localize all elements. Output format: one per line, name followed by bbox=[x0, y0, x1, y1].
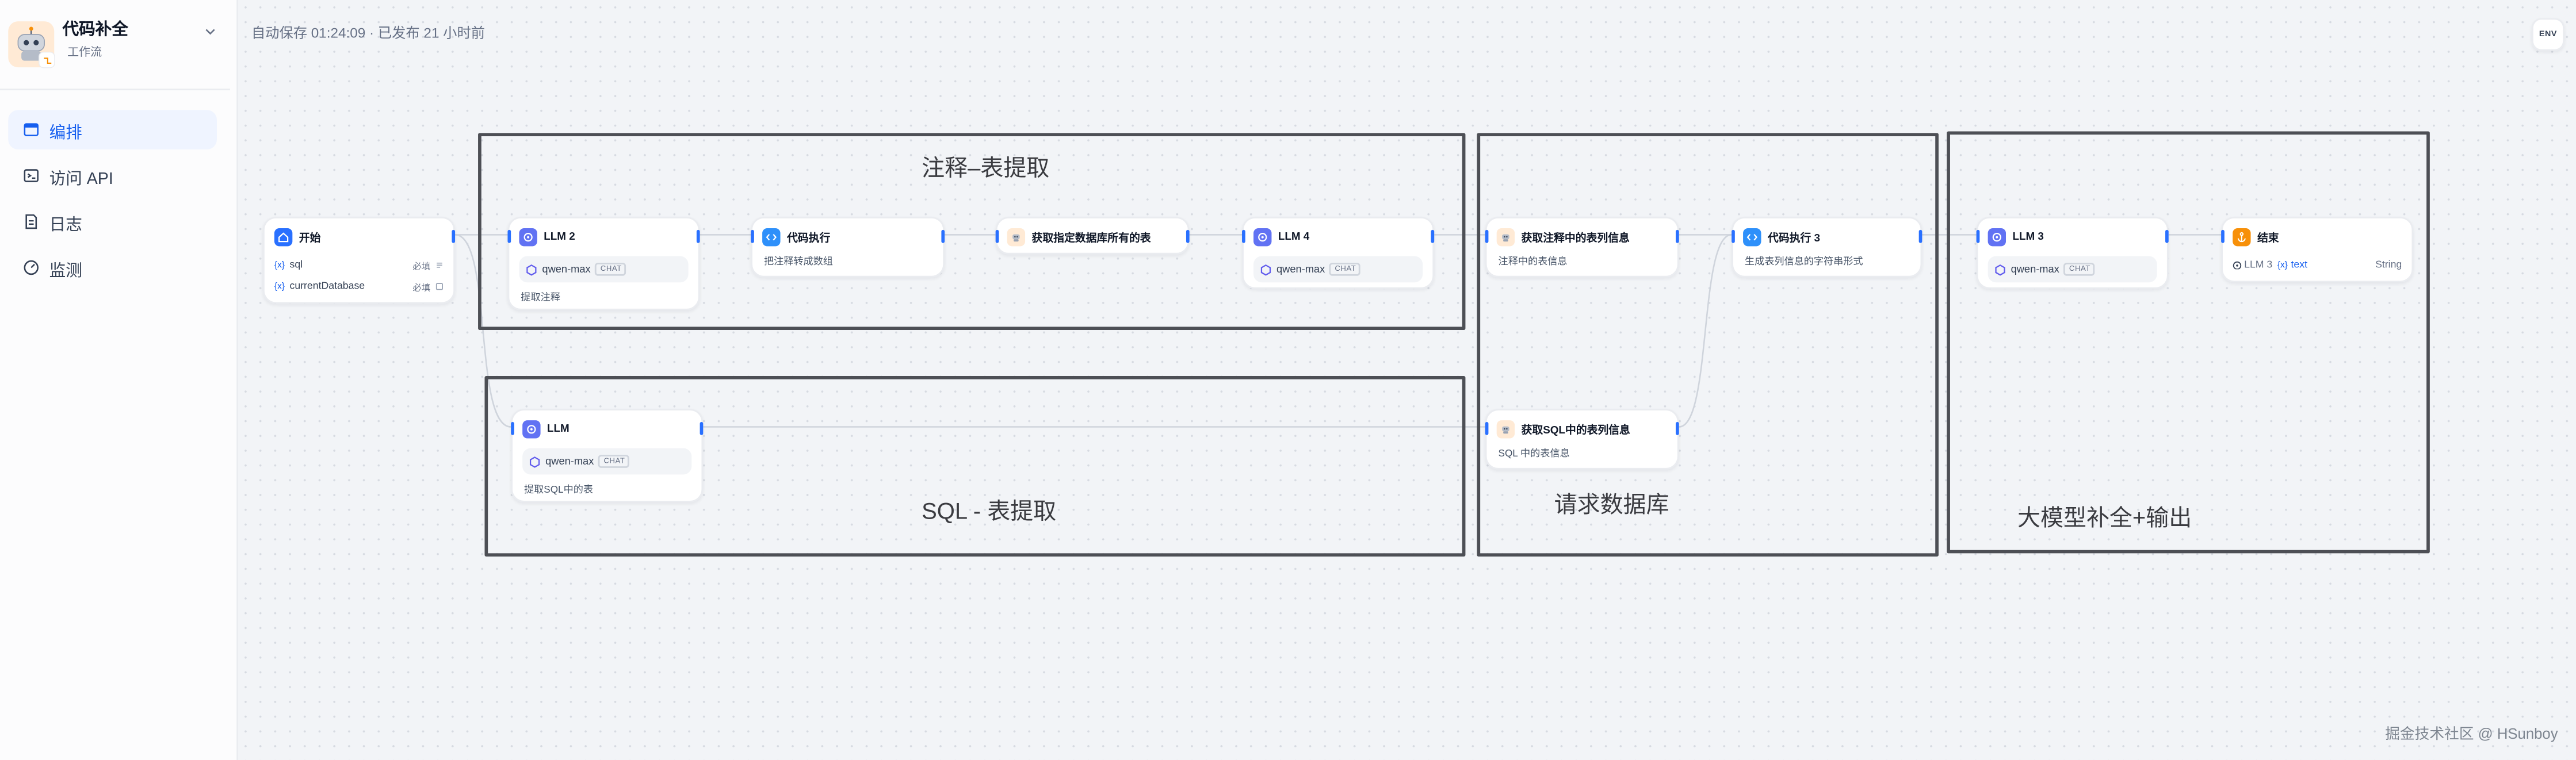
model-selector[interactable]: qwen-max CHAT bbox=[1253, 256, 1423, 283]
node-tool-get-tables[interactable]: 获取指定数据库所有的表 bbox=[995, 216, 1190, 255]
input-handle[interactable] bbox=[1485, 421, 1488, 435]
model-name: qwen-max bbox=[2011, 263, 2059, 275]
text-type-icon bbox=[437, 262, 442, 268]
output-handle[interactable] bbox=[1919, 229, 1923, 243]
workflow-editor: 代码补全 工作流 编排 访问 API 日志 监测 自动保存 01:24:09 ·… bbox=[0, 0, 2576, 760]
group-box-request-database bbox=[1477, 133, 1939, 557]
node-description: 提取SQL中的表 bbox=[524, 486, 594, 496]
start-variable-row: {x} currentDatabase 必填 bbox=[265, 276, 453, 297]
node-title: 结束 bbox=[2257, 233, 2279, 245]
node-title: 开始 bbox=[299, 233, 321, 245]
input-handle[interactable] bbox=[995, 229, 999, 243]
output-source-node: LLM 3 bbox=[2244, 259, 2273, 271]
robot-tool-icon bbox=[1496, 227, 1515, 245]
variable-name: sql bbox=[289, 259, 303, 271]
node-llm-4[interactable]: LLM 4 qwen-max CHAT bbox=[1241, 216, 1435, 289]
node-title: LLM 3 bbox=[2012, 231, 2044, 243]
output-handle[interactable] bbox=[2165, 229, 2169, 243]
required-label: 必填 bbox=[412, 262, 431, 272]
output-handle[interactable] bbox=[1431, 229, 1435, 243]
node-title: 获取指定数据库所有的表 bbox=[1031, 233, 1151, 245]
model-selector[interactable]: qwen-max CHAT bbox=[1988, 256, 2157, 283]
code-icon bbox=[762, 227, 781, 245]
group-label-request-database: 请求数据库 bbox=[1554, 490, 1669, 517]
group-label-llm-completion-output: 大模型补全+输出 bbox=[2017, 504, 2192, 531]
code-icon bbox=[1743, 227, 1761, 245]
node-description: 生成表列信息的字符串形式 bbox=[1744, 258, 1863, 268]
node-end[interactable]: 结束 LLM 3 {x} text String bbox=[2220, 216, 2414, 283]
model-mode-badge: CHAT bbox=[1329, 262, 1361, 277]
node-title: 获取注释中的表列信息 bbox=[1521, 233, 1630, 245]
text-type-icon bbox=[435, 283, 444, 290]
input-handle[interactable] bbox=[750, 229, 754, 243]
input-handle[interactable] bbox=[1976, 229, 1979, 243]
variable-icon: {x} bbox=[274, 281, 285, 291]
node-llm[interactable]: LLM qwen-max CHAT 提取SQL中的表 bbox=[510, 409, 704, 502]
node-code-exec-3[interactable]: 代码执行 3 生成表列信息的字符串形式 bbox=[1731, 216, 1923, 278]
model-mode-badge: CHAT bbox=[2064, 262, 2096, 277]
output-handle[interactable] bbox=[1676, 229, 1680, 243]
watermark: 掘金技术社区 @ HSunboy bbox=[2385, 726, 2558, 742]
qwen-model-icon bbox=[1995, 263, 2005, 275]
home-icon bbox=[274, 227, 293, 245]
llm-icon bbox=[1253, 227, 1272, 245]
robot-tool-icon bbox=[1007, 227, 1026, 245]
output-variable: text bbox=[2291, 259, 2308, 271]
node-description: 把注释转成数组 bbox=[763, 258, 833, 268]
input-handle[interactable] bbox=[1731, 229, 1735, 243]
input-handle[interactable] bbox=[507, 229, 511, 243]
model-mode-badge: CHAT bbox=[595, 262, 627, 277]
llm-icon bbox=[1988, 227, 2006, 245]
output-handle[interactable] bbox=[700, 421, 704, 435]
node-llm-2[interactable]: LLM 2 qwen-max CHAT 提取注释 bbox=[507, 216, 701, 310]
model-name: qwen-max bbox=[1276, 263, 1325, 275]
output-handle[interactable] bbox=[697, 229, 701, 243]
node-code-exec[interactable]: 代码执行 把注释转成数组 bbox=[750, 216, 945, 278]
variable-name: currentDatabase bbox=[289, 281, 365, 293]
output-handle[interactable] bbox=[1676, 421, 1680, 435]
node-llm-3[interactable]: LLM 3 qwen-max CHAT bbox=[1976, 216, 2169, 289]
node-title: LLM 4 bbox=[1278, 231, 1310, 243]
input-handle[interactable] bbox=[1485, 229, 1488, 243]
output-handle[interactable] bbox=[452, 229, 456, 243]
node-description: 注释中的表信息 bbox=[1498, 258, 1568, 268]
model-name: qwen-max bbox=[545, 455, 594, 467]
required-label: 必填 bbox=[412, 283, 431, 293]
qwen-model-icon bbox=[1260, 263, 1271, 275]
robot-tool-icon bbox=[1496, 419, 1515, 438]
qwen-model-icon bbox=[526, 263, 537, 275]
start-variable-row: {x} sql 必填 bbox=[265, 255, 453, 276]
node-title: 代码执行 bbox=[786, 233, 831, 245]
group-label-comment-table-extract: 注释–表提取 bbox=[922, 154, 1050, 181]
llm-icon bbox=[522, 419, 541, 438]
node-tool-sql-columns[interactable]: 获取SQL中的表列信息 SQL 中的表信息 bbox=[1485, 409, 1680, 470]
variable-icon: {x} bbox=[274, 260, 285, 270]
llm-icon bbox=[519, 227, 537, 245]
input-handle[interactable] bbox=[1241, 229, 1245, 243]
model-selector[interactable]: qwen-max CHAT bbox=[522, 448, 692, 475]
llm-source-icon bbox=[2233, 261, 2242, 270]
end-output-row: LLM 3 {x} text String bbox=[2223, 255, 2411, 276]
input-handle[interactable] bbox=[2220, 229, 2225, 243]
end-flag-icon bbox=[2233, 227, 2251, 245]
model-name: qwen-max bbox=[542, 263, 591, 275]
node-title: 获取SQL中的表列信息 bbox=[1521, 425, 1630, 437]
node-description: SQL 中的表信息 bbox=[1498, 450, 1570, 460]
variable-icon: {x} bbox=[2277, 260, 2288, 270]
group-box-llm-completion-output bbox=[1947, 131, 2430, 554]
model-selector[interactable]: qwen-max CHAT bbox=[519, 256, 689, 283]
model-mode-badge: CHAT bbox=[598, 454, 630, 469]
node-description: 提取注释 bbox=[521, 294, 560, 304]
node-title: LLM 2 bbox=[544, 231, 575, 243]
node-title: LLM bbox=[547, 423, 570, 435]
output-handle[interactable] bbox=[941, 229, 945, 243]
group-label-sql-table-extract: SQL - 表提取 bbox=[922, 497, 1057, 524]
output-handle[interactable] bbox=[1186, 229, 1190, 243]
node-tool-comment-columns[interactable]: 获取注释中的表列信息 注释中的表信息 bbox=[1485, 216, 1680, 278]
node-title: 代码执行 3 bbox=[1767, 233, 1820, 245]
output-type: String bbox=[2375, 259, 2402, 271]
qwen-model-icon bbox=[529, 455, 540, 467]
node-start[interactable]: 开始 {x} sql 必填 {x} currentDatabase 必填 bbox=[262, 216, 456, 304]
input-handle[interactable] bbox=[510, 421, 514, 435]
